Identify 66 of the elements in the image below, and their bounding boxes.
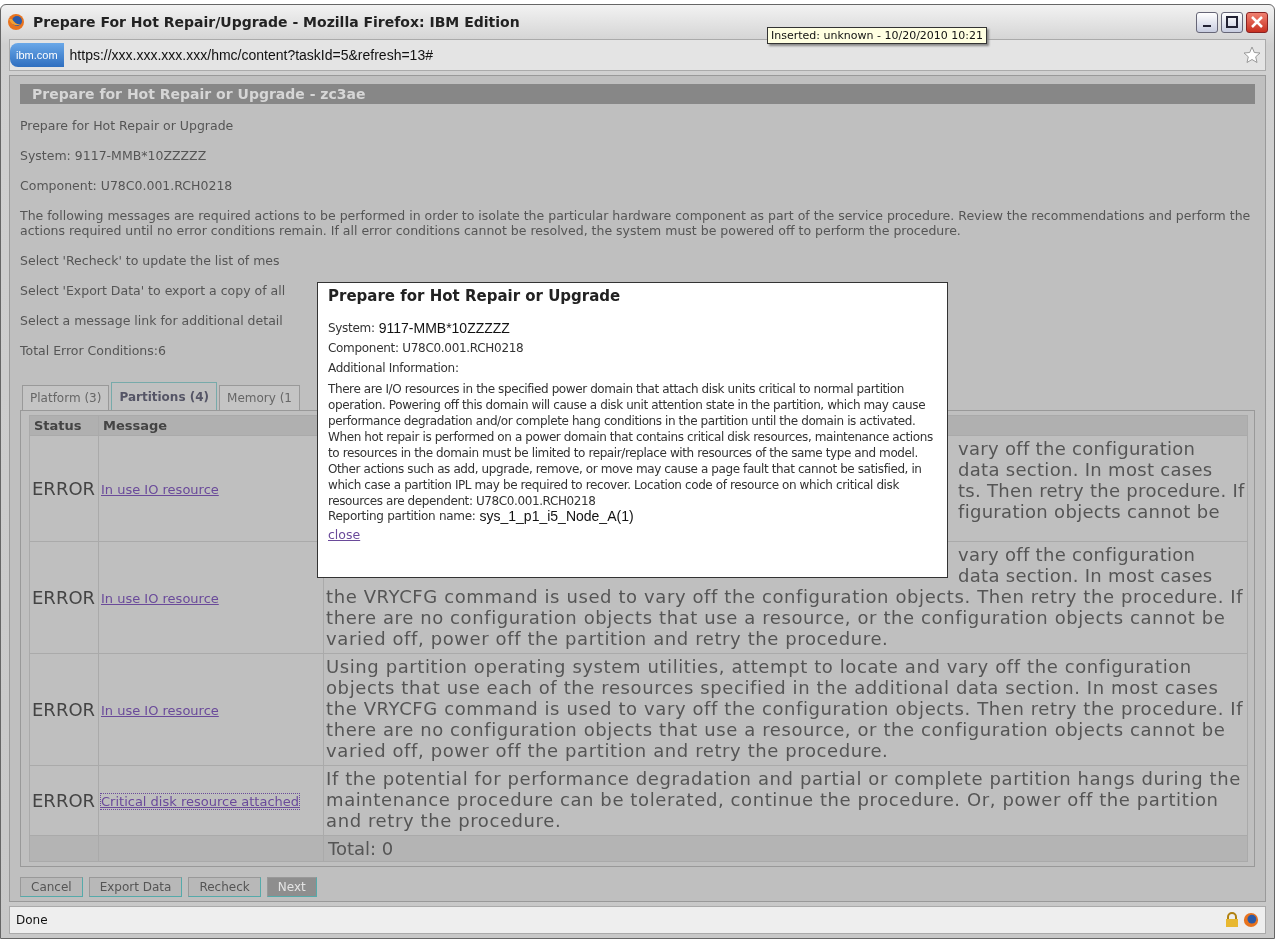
details-text: the VRYCFG command is used to vary off the configuration objects. Then retry the procedure. If xyxy=(326,698,1244,719)
total-text: Total: 0 xyxy=(323,835,1248,862)
details-text: Using partition operating system utilities, attempt to locate and vary off the configuration xyxy=(326,656,1192,677)
action-button[interactable]: Export Data xyxy=(88,877,183,897)
status-text: Done xyxy=(16,913,48,927)
details-text: the VRYCFG command is used to vary off the configuration objects. Then retry the procedure. If xyxy=(326,586,1244,607)
tooltip: Inserted: unknown - 10/20/2010 10:21 xyxy=(767,27,988,44)
details-text: objects that use each of the resources specified in the additional data section. In most cases xyxy=(326,677,1219,698)
status-cell: ERROR xyxy=(29,541,99,654)
column-header: Status xyxy=(29,415,99,436)
site-identity-badge[interactable]: ibm.com xyxy=(10,43,64,67)
status-cell: ERROR xyxy=(29,765,99,836)
padlock-icon[interactable] xyxy=(1225,912,1239,928)
minimize-icon xyxy=(1203,25,1211,27)
field-label: Additional Information: xyxy=(328,361,459,376)
field-label: Reporting partition name: xyxy=(328,509,476,524)
info-text: Select 'Export Data' to export a copy of all xyxy=(20,283,286,298)
details-text: vary off the configuration xyxy=(958,438,1196,459)
info-text: Prepare for Hot Repair or Upgrade xyxy=(20,118,234,133)
action-button[interactable]: Recheck xyxy=(188,877,261,897)
firefox-icon[interactable] xyxy=(1243,912,1259,928)
field-value: sys_1_p1_i5_Node_A(1) xyxy=(479,509,634,524)
tab[interactable]: Memory (1 xyxy=(219,385,300,410)
component-text: Component: U78C0.001.RCH0218 xyxy=(328,341,524,356)
details-text: figuration objects cannot be xyxy=(958,501,1220,522)
details-text: and retry the procedure. xyxy=(326,810,562,831)
message-link[interactable]: Critical disk resource attached xyxy=(101,794,300,809)
star-icon[interactable] xyxy=(1243,46,1261,64)
close-button[interactable] xyxy=(1246,11,1268,33)
message-link[interactable]: In use IO resource xyxy=(101,591,219,606)
info-text: Total Error Conditions:6 xyxy=(20,343,166,358)
details-text: maintenance procedure can be tolerated, continue the procedure. Or, power off the partition xyxy=(326,789,1219,810)
firefox-icon xyxy=(7,13,25,31)
info-text: Component: U78C0.001.RCH0218 xyxy=(20,178,233,193)
details-text: vary off the configuration xyxy=(958,544,1196,565)
tab[interactable]: Platform (3) xyxy=(22,385,110,410)
info-text: The following messages are required actions to be performed in order to isolate the particular hardware component as part of the service procedure. Review the recommendations and perform the actions required until no error conditions remain. If all error conditions cannot be resolved, the system must be powered off to perform the procedure. xyxy=(20,208,1252,238)
page-header: Prepare for Hot Repair or Upgrade - zc3ae xyxy=(20,84,1255,104)
details-text: data section. In most cases xyxy=(958,459,1213,480)
maximize-button[interactable] xyxy=(1221,11,1243,33)
details-text: data section. In most cases xyxy=(958,565,1213,586)
action-button[interactable]: Cancel xyxy=(20,877,83,897)
additional-info-text: There are I/O resources in the specified power domain that attach disk units critical to normal partition operation. Powering off this domain will cause a disk unit attention state in the partition, which may cause performance degradation and/or complete hang conditions in the partition until the domain is activated. When hot repair is performed on a power domain that contains critical disk resources, maintenance actions to resources in the domain must be limited to repair/replace with resources of the same type and model. Other actions such as add, upgrade, remove, or move may cause a page fault that cannot be satisfied, in which case a partition IPL may be required to recover. Location code of resource on which critical disk resources are dependent: U78C0.001.RCH0218 xyxy=(328,381,934,509)
details-text: there are no configuration objects that use a resource, or the configuration objects cannot be xyxy=(326,719,1226,740)
status-cell: ERROR xyxy=(29,653,99,766)
url-field[interactable]: https://xxx.xxx.xxx.xxx/hmc/content?taskId=5&refresh=13# xyxy=(69,47,433,63)
field-label: System: xyxy=(328,321,375,336)
details-text: varied off, power off the partition and retry the procedure. xyxy=(326,628,889,649)
maximize-icon xyxy=(1226,16,1238,28)
details-text: varied off, power off the partition and retry the procedure. xyxy=(326,740,889,761)
info-text: Select 'Recheck' to update the list of mes xyxy=(20,253,280,268)
status-cell: ERROR xyxy=(29,435,99,542)
window-title: Prepare For Hot Repair/Upgrade - Mozilla Firefox: IBM Edition xyxy=(33,14,520,30)
close-icon xyxy=(1251,16,1263,28)
details-text: there are no configuration objects that use a resource, or the configuration objects cannot be xyxy=(326,607,1226,628)
info-text: System: 9117-MMB*10ZZZZZ xyxy=(20,148,207,163)
info-text: Select a message link for additional detail xyxy=(20,313,283,328)
details-text: ts. Then retry the procedure. If xyxy=(958,480,1245,501)
close-link[interactable]: close xyxy=(328,527,361,542)
tab[interactable]: Partitions (4) xyxy=(111,382,218,410)
field-value: 9117-MMB*10ZZZZZ xyxy=(378,321,510,336)
message-link[interactable]: In use IO resource xyxy=(101,703,219,718)
message-link[interactable]: In use IO resource xyxy=(101,482,219,497)
details-text: If the potential for performance degradation and partial or complete partition hangs during the xyxy=(326,768,1241,789)
minimize-button[interactable] xyxy=(1196,11,1218,33)
popup-title: Prepare for Hot Repair or Upgrade xyxy=(328,287,622,305)
